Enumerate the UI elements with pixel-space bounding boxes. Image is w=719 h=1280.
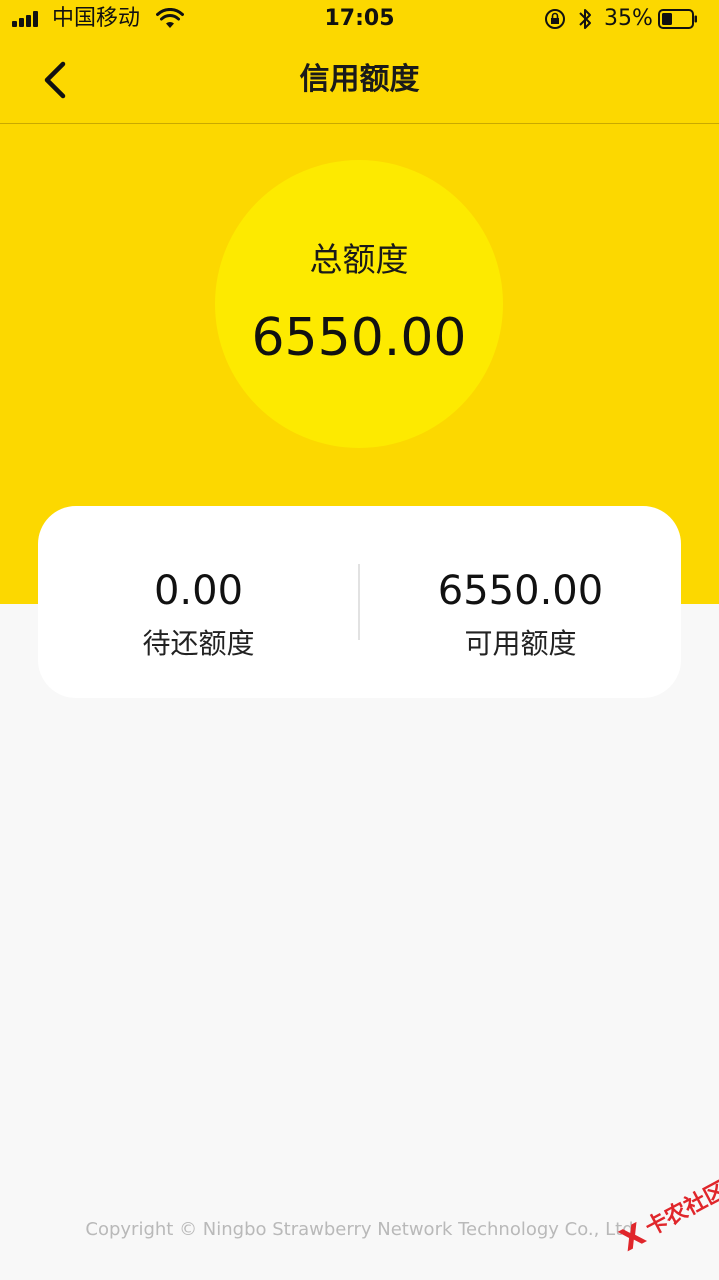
pending-credit-value: 0.00 (153, 568, 244, 614)
battery-percent: 35% (604, 6, 653, 31)
available-credit-value: 6550.00 (437, 568, 604, 614)
credit-summary-card: 0.00 待还额度 6550.00 可用额度 (38, 506, 681, 698)
battery-icon (658, 9, 697, 29)
pending-credit-label: 待还额度 (142, 627, 255, 660)
available-credit-section: 6550.00 可用额度 (360, 506, 681, 698)
total-credit-value: 6550.00 (251, 308, 467, 368)
navigation-bar: 信用额度 (0, 40, 719, 124)
status-bar: 中国移动 17:05 35% (0, 0, 719, 40)
available-credit-label: 可用额度 (464, 627, 577, 660)
watermark-text: 卡农社区 (641, 1177, 719, 1242)
page-title: 信用额度 (299, 62, 420, 97)
pending-credit-section: 0.00 待还额度 (38, 506, 359, 698)
total-credit-label: 总额度 (309, 240, 409, 279)
watermark-logo: X 卡农社区 (602, 1168, 719, 1279)
total-credit-circle: 总额度 6550.00 (215, 160, 503, 448)
rotation-lock-icon (545, 9, 565, 29)
bluetooth-icon (579, 9, 591, 29)
